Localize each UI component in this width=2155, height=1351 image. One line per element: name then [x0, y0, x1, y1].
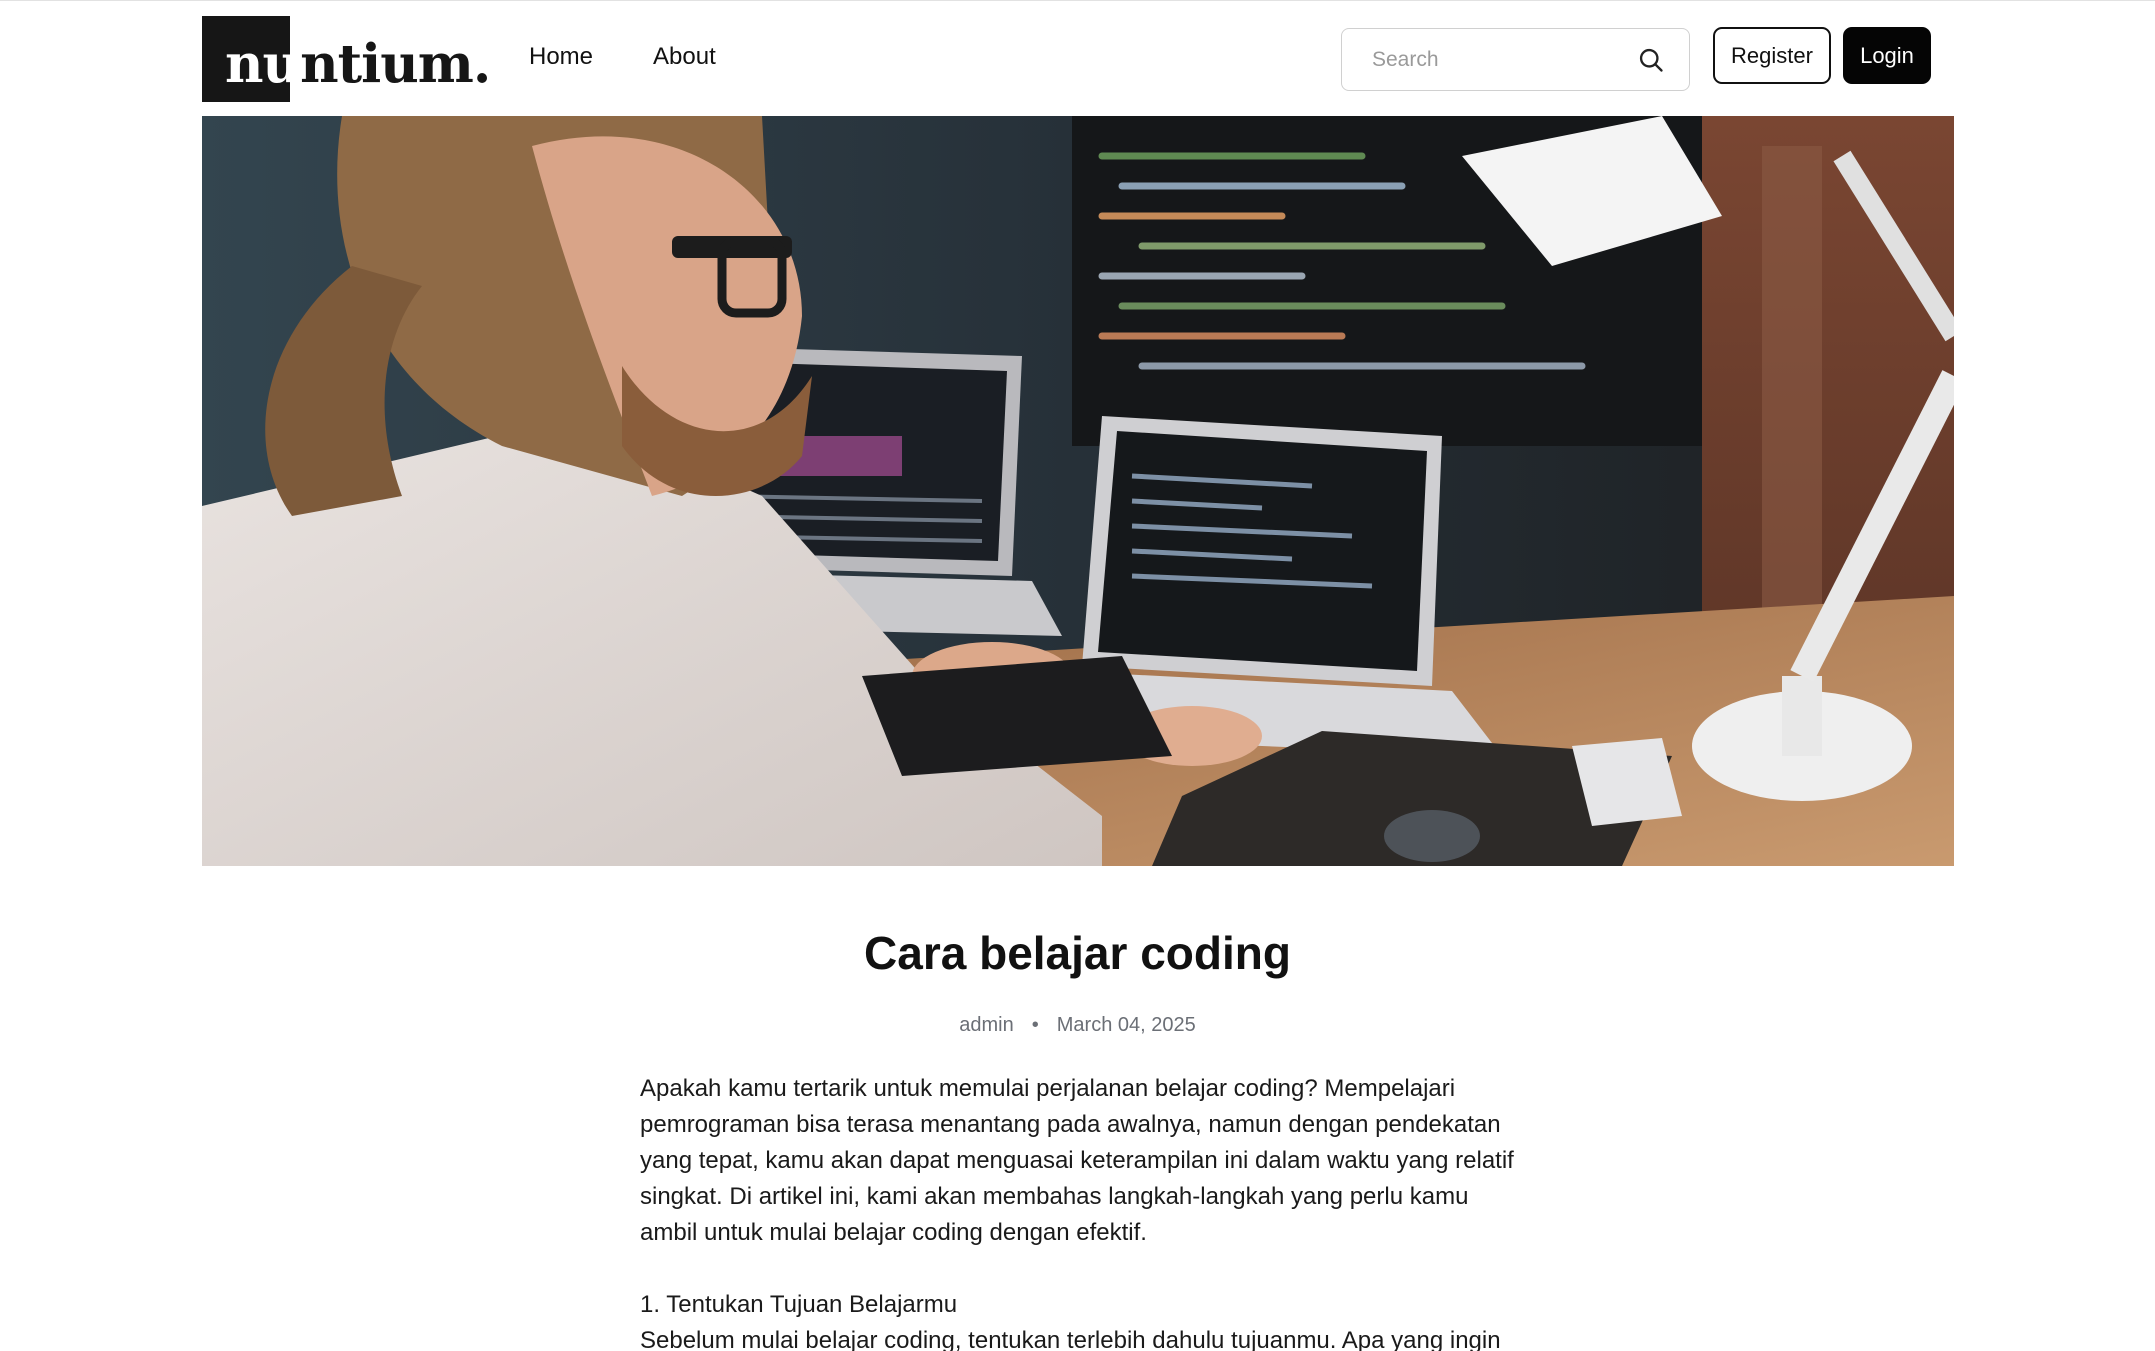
hero-illustration [202, 116, 1954, 866]
main-nav: Home About [529, 43, 716, 71]
logo-text: nuntium. [225, 38, 491, 91]
logo-text-rest: ntium. [300, 33, 491, 95]
search-input[interactable] [1342, 29, 1612, 90]
hero-image [202, 116, 1954, 866]
section-text: Sebelum mulai belajar coding, tentukan t… [640, 1327, 1501, 1351]
section-heading: 1. Tentukan Tujuan Belajarmu [640, 1291, 958, 1318]
nav-home-link[interactable]: Home [529, 43, 593, 71]
logo-text-inverted: nu [225, 33, 301, 95]
nav-about-link[interactable]: About [653, 43, 716, 71]
article-title: Cara belajar coding [864, 927, 1291, 979]
site-logo[interactable]: nuntium. [202, 16, 491, 102]
login-button[interactable]: Login [1843, 27, 1931, 84]
article-meta: admin • March 04, 2025 [0, 1014, 2155, 1037]
article-author[interactable]: admin [959, 1014, 1013, 1036]
meta-separator: • [1031, 1014, 1039, 1036]
site-header: nuntium. Home About Register Login [0, 1, 2155, 116]
search-box [1341, 28, 1690, 91]
page: nuntium. Home About Register Login [0, 0, 2155, 1351]
article-intro: Apakah kamu tertarik untuk memulai perja… [640, 1075, 1514, 1246]
article-body: Apakah kamu tertarik untuk memulai perja… [640, 1071, 1520, 1351]
register-button[interactable]: Register [1713, 27, 1831, 84]
article-date: March 04, 2025 [1056, 1014, 1196, 1036]
search-icon[interactable] [1637, 46, 1665, 74]
